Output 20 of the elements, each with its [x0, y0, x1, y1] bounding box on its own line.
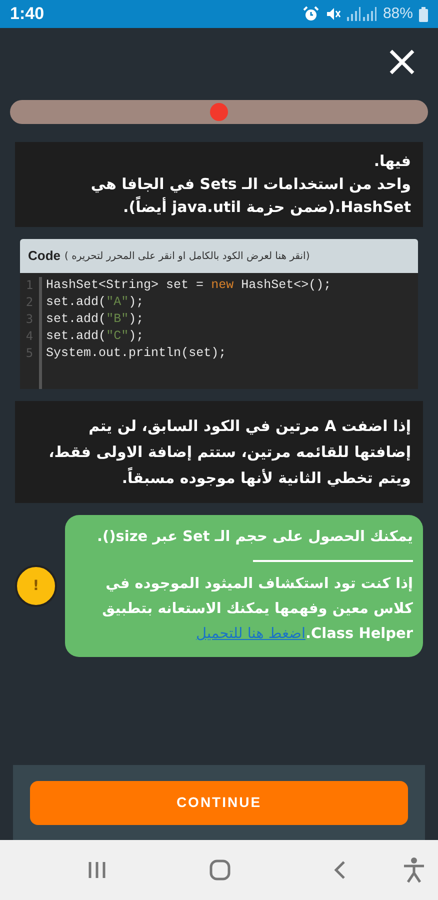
- code-hint: (انقر هنا لعرض الكود بالكامل او انقر على المحرر لتحريره ): [64, 250, 310, 264]
- battery-icon: [419, 6, 428, 22]
- back-icon[interactable]: [333, 859, 347, 881]
- recent-apps-icon[interactable]: [87, 861, 107, 879]
- code-line: HashSet<String> set = new HashSet<>();: [46, 277, 332, 294]
- code-title: Code: [28, 247, 60, 266]
- warning-badge: !: [15, 565, 57, 607]
- close-icon: [389, 49, 415, 75]
- code-line: System.out.println(set);: [46, 345, 228, 362]
- signal-icon: [346, 7, 377, 21]
- home-icon[interactable]: [209, 859, 231, 881]
- battery-percent: 88%: [382, 4, 413, 24]
- code-line: set.add("A");: [46, 294, 145, 311]
- code-line: set.add("B");: [46, 311, 145, 328]
- mute-icon: [324, 6, 341, 22]
- clock-time: 1:40: [10, 3, 44, 26]
- accessibility-icon[interactable]: [403, 857, 425, 883]
- code-line: set.add("C");: [46, 328, 145, 345]
- paragraph: فيها.: [372, 151, 411, 172]
- alarm-icon: [302, 6, 319, 22]
